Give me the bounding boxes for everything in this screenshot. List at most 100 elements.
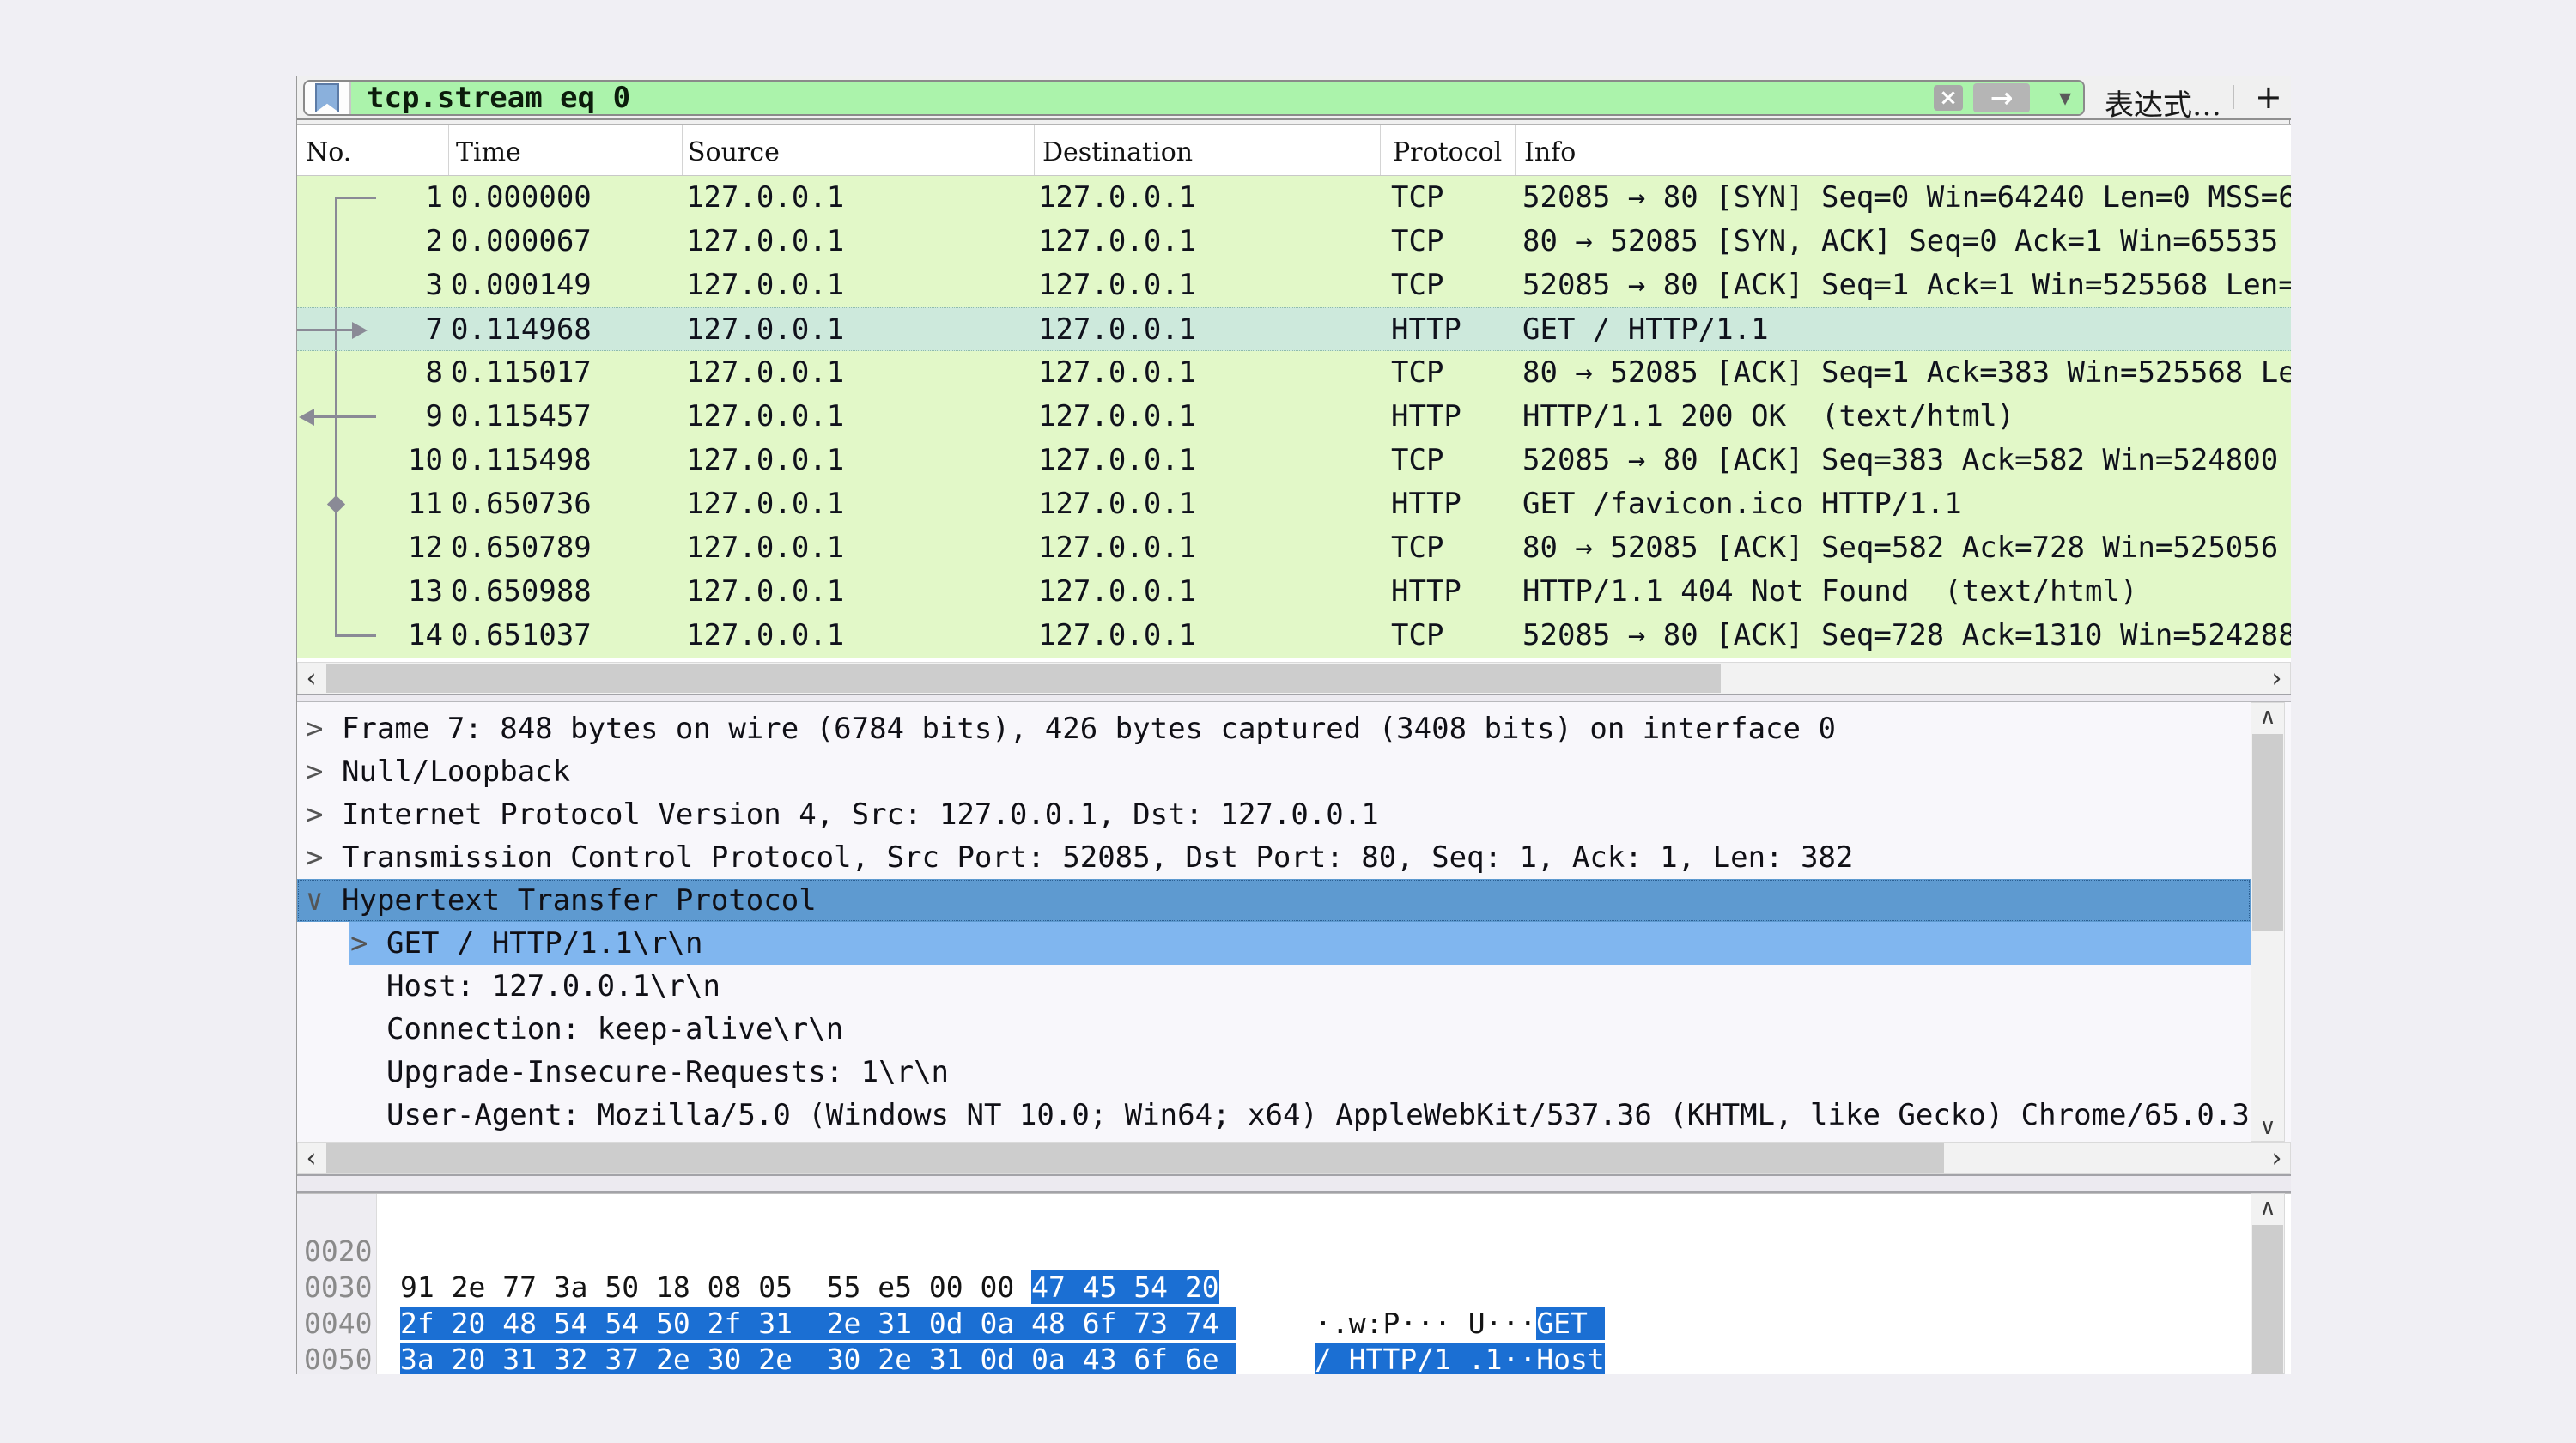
expander-icon[interactable]: > (306, 836, 323, 879)
packet-row[interactable]: 9 0.115457 127.0.0.1 127.0.0.1 HTTP HTTP… (297, 395, 2291, 439)
packet-source: 127.0.0.1 (686, 395, 844, 439)
expander-icon[interactable]: > (306, 707, 323, 750)
filter-bookmark-button[interactable] (305, 82, 351, 114)
expander-icon[interactable]: > (306, 793, 323, 836)
packet-row[interactable]: 7 0.114968 127.0.0.1 127.0.0.1 HTTP GET … (297, 307, 2291, 351)
detail-row[interactable]: > Null/Loopback (297, 750, 2251, 793)
column-header-destination[interactable]: Destination (1042, 137, 1193, 167)
packet-info: 52085 → 80 [ACK] Seq=383 Ack=582 Win=524… (1522, 439, 2291, 482)
scroll-right-icon[interactable]: › (2263, 1143, 2290, 1173)
column-header-info[interactable]: Info (1524, 137, 1576, 167)
related-packet-mark (297, 614, 374, 658)
packet-source: 127.0.0.1 (686, 351, 844, 395)
packet-destination: 127.0.0.1 (1038, 526, 1196, 570)
detail-row[interactable]: Upgrade-Insecure-Requests: 1\r\n (297, 1051, 2251, 1094)
expression-button[interactable]: 表达式… (2105, 82, 2221, 124)
packet-source: 127.0.0.1 (686, 614, 844, 658)
packet-protocol: TCP (1391, 526, 1443, 570)
scrollbar-thumb[interactable] (326, 1143, 1944, 1173)
column-header-source[interactable]: Source (688, 137, 780, 167)
related-packet-mark (297, 220, 374, 264)
column-divider[interactable] (1034, 125, 1035, 175)
packet-destination: 127.0.0.1 (1038, 482, 1196, 526)
column-divider[interactable] (1515, 125, 1516, 175)
pane-splitter[interactable] (297, 1174, 2291, 1193)
display-filter-box[interactable]: tcp.stream eq 0 × → ▾ (303, 80, 2085, 116)
apply-filter-button[interactable]: → (1973, 83, 2030, 112)
detail-row[interactable]: Connection: keep-alive\r\n (297, 1008, 2251, 1051)
related-packet-mark (297, 264, 374, 307)
column-header-time[interactable]: Time (456, 137, 521, 167)
packet-info: HTTP/1.1 200 OK (text/html) (1522, 395, 2291, 439)
detail-text: Frame 7: 848 bytes on wire (6784 bits), … (342, 707, 1836, 750)
packet-row[interactable]: 8 0.115017 127.0.0.1 127.0.0.1 TCP 80 → … (297, 351, 2291, 395)
related-packet-mark (297, 570, 374, 614)
packet-source: 127.0.0.1 (686, 482, 844, 526)
packet-row[interactable]: 2 0.000067 127.0.0.1 127.0.0.1 TCP 80 → … (297, 220, 2291, 264)
detail-text: Host: 127.0.0.1\r\n (386, 965, 720, 1008)
packet-no: 2 (374, 220, 443, 264)
hex-row[interactable]: 0020 91 2e 77 3a 50 18 08 05 55 e5 00 00… (297, 1197, 2291, 1234)
scroll-left-icon[interactable]: ‹ (298, 1143, 325, 1173)
packet-info: 52085 → 80 [ACK] Seq=1 Ack=1 Win=525568 … (1522, 264, 2291, 307)
packet-row[interactable]: 1 0.000000 127.0.0.1 127.0.0.1 TCP 52085… (297, 176, 2291, 220)
column-header-no[interactable]: No. (306, 137, 351, 167)
filter-text[interactable]: tcp.stream eq 0 (367, 81, 630, 115)
add-filter-button[interactable]: + (2255, 78, 2282, 116)
packet-list-hscrollbar[interactable]: ‹ › (297, 662, 2291, 694)
scroll-up-icon[interactable]: ∧ (2251, 703, 2284, 731)
column-divider[interactable] (448, 125, 449, 175)
packet-time: 0.651037 (451, 614, 592, 658)
scroll-down-icon[interactable]: ∨ (2251, 1113, 2284, 1141)
expander-icon[interactable]: > (306, 750, 323, 793)
detail-row[interactable]: > Internet Protocol Version 4, Src: 127.… (297, 793, 2251, 836)
packet-row[interactable]: 12 0.650789 127.0.0.1 127.0.0.1 TCP 80 →… (297, 526, 2291, 570)
packet-time: 0.650736 (451, 482, 592, 526)
packet-no: 3 (374, 264, 443, 307)
packet-info: 80 → 52085 [ACK] Seq=582 Ack=728 Win=525… (1522, 526, 2291, 570)
detail-row[interactable]: ∨ Hypertext Transfer Protocol (297, 879, 2251, 922)
filter-toolbar: tcp.stream eq 0 × → ▾ 表达式… + (297, 76, 2291, 120)
expander-icon[interactable]: ∨ (306, 879, 323, 922)
scroll-right-icon[interactable]: › (2263, 663, 2290, 694)
filter-dropdown-icon[interactable]: ▾ (2059, 83, 2071, 112)
packet-time: 0.114968 (451, 308, 592, 351)
detail-row[interactable]: User-Agent: Mozilla/5.0 (Windows NT 10.0… (297, 1094, 2251, 1137)
expander-icon[interactable]: > (350, 922, 368, 965)
detail-text: User-Agent: Mozilla/5.0 (Windows NT 10.0… (386, 1094, 2251, 1137)
scroll-up-icon[interactable]: ∧ (2251, 1194, 2284, 1222)
packet-row[interactable]: 11 0.650736 127.0.0.1 127.0.0.1 HTTP GET… (297, 482, 2291, 526)
detail-vscrollbar[interactable]: ∧ ∨ (2251, 702, 2285, 1142)
related-packet-mark (297, 482, 374, 526)
packet-row[interactable]: 10 0.115498 127.0.0.1 127.0.0.1 TCP 5208… (297, 439, 2291, 482)
clear-filter-button[interactable]: × (1934, 85, 1963, 111)
related-packet-mark (297, 176, 374, 220)
detail-row[interactable]: > Transmission Control Protocol, Src Por… (297, 836, 2251, 879)
detail-text: Internet Protocol Version 4, Src: 127.0.… (342, 793, 1379, 836)
packet-no: 9 (374, 395, 443, 439)
packet-no: 13 (374, 570, 443, 614)
hex-row[interactable]: 0050 6e 65 63 74 69 6f 6e 3a 20 6b 65 65… (297, 1306, 2291, 1342)
packet-protocol: TCP (1391, 264, 1443, 307)
scroll-left-icon[interactable]: ‹ (298, 663, 325, 694)
hex-row[interactable]: 0060 69 76 65 0d 0a 55 70 67 72 61 64 65… (297, 1342, 2291, 1374)
hex-row[interactable]: 0040 3a 20 31 32 37 2e 30 2e 30 2e 31 0d… (297, 1270, 2291, 1306)
scrollbar-thumb[interactable] (326, 664, 1721, 693)
packet-row[interactable]: 14 0.651037 127.0.0.1 127.0.0.1 TCP 5208… (297, 614, 2291, 658)
packet-row[interactable]: 13 0.650988 127.0.0.1 127.0.0.1 HTTP HTT… (297, 570, 2291, 614)
display-filter-input[interactable]: tcp.stream eq 0 × → ▾ (351, 82, 2083, 114)
packet-row[interactable]: 3 0.000149 127.0.0.1 127.0.0.1 TCP 52085… (297, 264, 2291, 307)
detail-row[interactable]: > Frame 7: 848 bytes on wire (6784 bits)… (297, 707, 2251, 750)
hex-vscrollbar[interactable]: ∧ (2251, 1193, 2285, 1374)
scrollbar-thumb[interactable] (2252, 734, 2283, 931)
scrollbar-thumb[interactable] (2252, 1225, 2283, 1374)
pane-splitter[interactable] (297, 694, 2291, 702)
detail-row[interactable]: Host: 127.0.0.1\r\n (297, 965, 2251, 1008)
packet-no: 11 (374, 482, 443, 526)
column-divider[interactable] (1380, 125, 1381, 175)
detail-row[interactable]: > GET / HTTP/1.1\r\n (297, 922, 2251, 965)
detail-hscrollbar[interactable]: ‹ › (297, 1142, 2291, 1174)
column-divider[interactable] (682, 125, 683, 175)
column-header-protocol[interactable]: Protocol (1393, 137, 1502, 167)
hex-row[interactable]: 0030 2f 20 48 54 54 50 2f 31 2e 31 0d 0a… (297, 1234, 2291, 1270)
